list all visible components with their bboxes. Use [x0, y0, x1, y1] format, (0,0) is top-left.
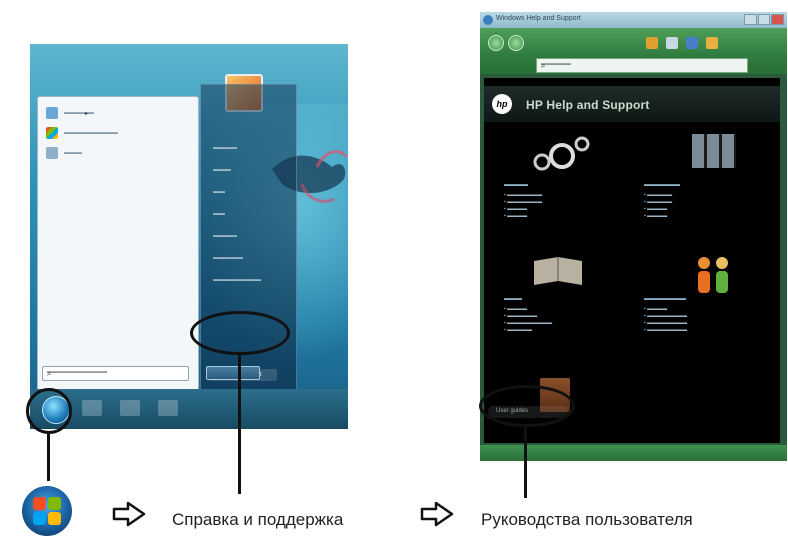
start-menu-screenshot: ▬▬▬▬▬ ▸ ▬▬▬▬▬▬▬▬▬ ▬▬▬ ▸ ▬▬▬▬▬ ▬▬▬▬▬▬▬▬▬▬… — [30, 44, 348, 429]
program-icon — [46, 147, 58, 159]
window-title: Windows Help and Support — [496, 15, 581, 22]
start-menu-program-item[interactable]: ▬▬▬ — [46, 145, 82, 161]
hp-banner: hp HP Help and Support — [484, 86, 780, 122]
people-icon — [698, 257, 728, 293]
section-heading[interactable]: ▬▬▬ — [504, 296, 522, 302]
start-menu-right-item[interactable]: ▬▬▬▬▬▬▬▬ — [213, 277, 261, 283]
thumbnails-icon — [692, 134, 736, 168]
window-controls — [744, 14, 785, 25]
browse-help-icon[interactable] — [686, 37, 698, 49]
flag-red — [33, 497, 46, 510]
start-menu-right-item[interactable]: ▬▬▬ — [213, 167, 231, 173]
help-support-callout-ring — [190, 311, 290, 355]
windows-start-orb-icon — [22, 486, 72, 536]
section-heading[interactable]: ▬▬▬▬ — [504, 182, 528, 188]
section-links[interactable]: ▪ ▬▬▬▬▬▬▬ ▪ ▬▬▬▬▬▬▬ ▪ ▬▬▬▬ ▪ ▬▬▬▬ — [504, 192, 542, 220]
ask-icon[interactable] — [706, 37, 718, 49]
hp-help-heading: HP Help and Support — [526, 98, 650, 112]
hp-logo: hp — [492, 94, 512, 114]
start-search-input[interactable]: ▬▬▬▬▬▬▬▬▬▬ ⌕ — [42, 366, 189, 381]
search-icon: ⌕ — [541, 61, 546, 70]
start-menu-program-item[interactable]: ▬▬▬▬▬▬▬▬▬ — [46, 125, 118, 141]
print-icon[interactable] — [666, 37, 678, 49]
user-guides-callout-ring — [479, 385, 575, 427]
section-links[interactable]: ▪ ▬▬▬▬ ▪ ▬▬▬▬▬▬▬▬ ▪ ▬▬▬▬▬▬▬▬ ▪ ▬▬▬▬▬▬▬▬ — [644, 306, 687, 334]
start-menu-right-item[interactable]: ▬▬▬▬▬ — [213, 255, 243, 261]
taskbar — [30, 389, 348, 429]
submenu-arrow-icon: ▸ — [84, 110, 88, 117]
media-player-icon[interactable] — [158, 400, 178, 416]
help-app-icon — [483, 15, 493, 25]
search-icon: ⌕ — [47, 369, 52, 378]
program-icon — [46, 107, 58, 119]
start-menu-right-item[interactable]: ▬▬▬▬ — [213, 145, 237, 151]
start-menu-program-item[interactable]: ▬▬▬▬▬ ▸ — [46, 105, 94, 121]
home-icon[interactable] — [646, 37, 658, 49]
start-menu-right-item[interactable]: ▬▬ — [213, 189, 225, 195]
minimize-button[interactable] — [744, 14, 757, 25]
start-menu-right-item[interactable]: ▬▬▬▬ — [213, 233, 237, 239]
start-menu-right-pane: ▬▬▬▬ ▬▬▬ ▬▬ ▬▬ ▬▬▬▬ ▬▬▬▬▬ ▬▬▬▬▬▬▬▬ Help … — [200, 84, 297, 404]
internet-explorer-icon[interactable] — [82, 400, 102, 416]
windows-update-icon — [46, 127, 58, 139]
back-button[interactable] — [488, 35, 504, 51]
right-arrow-icon — [420, 501, 454, 527]
start-button-callout-ring — [26, 388, 72, 434]
file-explorer-icon[interactable] — [120, 400, 140, 416]
help-and-support-caption: Справка и поддержка — [172, 510, 344, 529]
gears-icon — [533, 136, 590, 171]
help-support-callout-line — [238, 354, 241, 494]
section-heading[interactable]: ▬▬▬▬▬▬▬ — [644, 296, 686, 302]
flag-yellow — [48, 512, 61, 525]
section-heading[interactable]: ▬▬▬▬▬▬ — [644, 182, 680, 188]
close-button[interactable] — [771, 14, 785, 25]
user-guides-callout-line — [524, 426, 527, 498]
start-menu-left-pane: ▬▬▬▬▬ ▸ ▬▬▬▬▬▬▬▬▬ ▬▬▬ ▸ ▬▬▬▬▬ — [37, 96, 199, 398]
forward-button[interactable] — [508, 35, 524, 51]
start-button-callout-line — [47, 433, 50, 481]
start-menu-right-item[interactable]: ▬▬ — [213, 211, 225, 217]
book-icon — [534, 257, 582, 285]
section-links[interactable]: ▪ ▬▬▬▬ ▪ ▬▬▬▬▬▬ ▪ ▬▬▬▬▬▬▬▬▬ ▪ ▬▬▬▬▬ — [504, 306, 552, 334]
maximize-button[interactable] — [757, 14, 771, 25]
flag-blue — [33, 512, 46, 525]
flag-green — [48, 497, 61, 510]
user-guides-caption: Руководства пользователя — [481, 510, 693, 529]
shutdown-button[interactable] — [206, 366, 260, 380]
help-search-input[interactable]: ▬▬▬▬▬ ⌕ — [536, 58, 748, 73]
section-links[interactable]: ▪ ▬▬▬▬▬ ▪ ▬▬▬▬▬ ▪ ▬▬▬▬ ▪ ▬▬▬▬ — [644, 192, 672, 220]
right-arrow-icon — [112, 501, 146, 527]
